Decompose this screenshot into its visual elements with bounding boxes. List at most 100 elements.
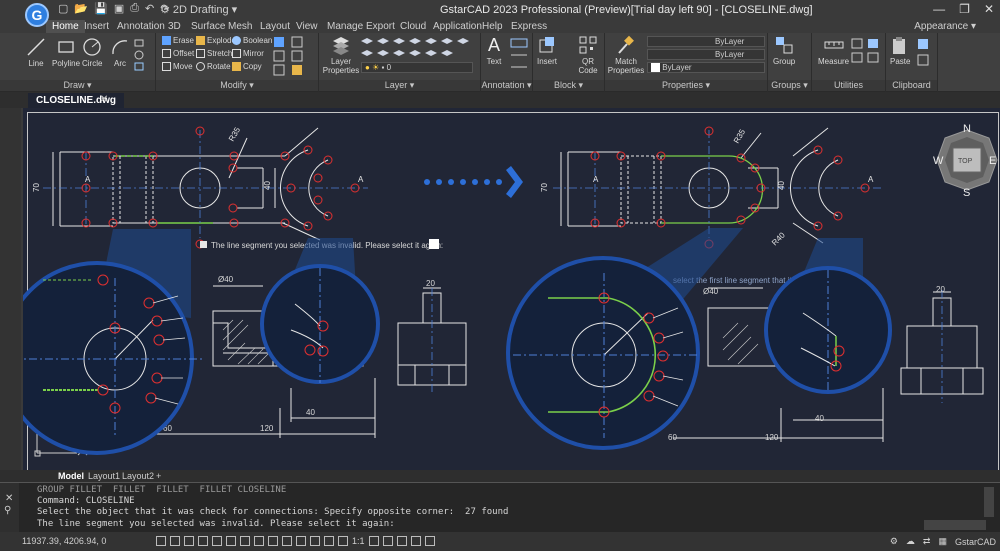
viewcube[interactable]: TOP N S W E — [933, 123, 998, 199]
tab-3d[interactable]: 3D — [168, 21, 181, 32]
erase-button[interactable]: Erase — [162, 36, 194, 45]
annotation-visibility-icon[interactable] — [324, 536, 334, 546]
scale-value[interactable]: 1:1 — [352, 536, 365, 546]
modify-extra-icons[interactable] — [272, 35, 314, 77]
tab-surface[interactable]: Surface — [191, 21, 225, 32]
tab-layout1[interactable]: Layout1 — [88, 470, 120, 482]
restore-button[interactable]: ❐ — [959, 2, 970, 16]
ducs-toggle-icon[interactable] — [240, 536, 250, 546]
undo-icon[interactable]: ↶ — [145, 2, 154, 15]
tab-view[interactable]: View — [296, 21, 318, 32]
link-icon[interactable]: ⇄ — [923, 536, 931, 547]
color-dropdown[interactable]: ByLayer — [647, 36, 765, 47]
tab-insert[interactable]: Insert — [84, 21, 109, 32]
tab-export[interactable]: Export — [366, 21, 395, 32]
hardware-accel-icon[interactable] — [410, 536, 421, 546]
osnap-toggle-icon[interactable] — [212, 536, 222, 546]
tab-help[interactable]: Help — [482, 21, 503, 32]
workspace-selector[interactable]: ⚙ 2D Drafting ▾ — [160, 3, 237, 16]
clipboard-panel-label[interactable]: Clipboard — [886, 80, 937, 91]
layout-icon[interactable]: ▦ — [938, 536, 947, 547]
polar-toggle-icon[interactable] — [198, 536, 208, 546]
qp-toggle-icon[interactable] — [296, 536, 306, 546]
mirror-button[interactable]: Mirror — [232, 49, 264, 58]
group-button[interactable]: Group — [773, 35, 795, 66]
tab-express[interactable]: Express — [511, 21, 547, 32]
new-icon[interactable]: ▢ — [58, 2, 68, 15]
viewcube-south[interactable]: S — [963, 187, 970, 199]
document-tab[interactable]: CLOSELINE.dwg — [28, 93, 124, 108]
print-icon[interactable]: ⎙ — [130, 2, 139, 15]
explode-button[interactable]: Explode — [196, 36, 236, 45]
linetype-dropdown[interactable]: ByLayer — [647, 49, 765, 60]
lineweight-dropdown[interactable]: ByLayer — [647, 62, 765, 73]
tab-layout2[interactable]: Layout2 — [122, 470, 154, 482]
block-panel-label[interactable]: Block ▾ — [533, 80, 604, 91]
draw-panel-label[interactable]: Draw ▾ — [0, 80, 155, 91]
groups-panel-label[interactable]: Groups ▾ — [768, 80, 811, 91]
workspace-switch-icon[interactable] — [368, 536, 379, 546]
layer-dropdown[interactable]: ● ☀ ▪ 0 — [361, 62, 473, 73]
tab-application[interactable]: Application — [433, 21, 482, 32]
measure-button[interactable]: Measure — [818, 35, 849, 66]
add-layout-button[interactable]: + — [156, 470, 161, 482]
line-button[interactable]: Line — [26, 37, 46, 68]
modify-panel-label[interactable]: Modify ▾ — [156, 80, 318, 91]
clipboard-extra-icons[interactable] — [916, 37, 934, 77]
tp-toggle-icon[interactable] — [282, 536, 292, 546]
dyn-toggle-icon[interactable] — [254, 536, 264, 546]
viewcube-top[interactable]: TOP — [958, 158, 973, 165]
tab-manage[interactable]: Manage — [327, 21, 363, 32]
tab-layout[interactable]: Layout — [260, 21, 290, 32]
stretch-button[interactable]: Stretch — [196, 49, 232, 58]
close-tab-icon[interactable]: ✕ — [100, 94, 108, 105]
copy-button[interactable]: Copy — [232, 62, 262, 71]
viewcube-north[interactable]: N — [963, 123, 971, 135]
tab-mesh[interactable]: Mesh — [228, 21, 252, 32]
annotation-extra-icons[interactable] — [509, 37, 531, 77]
move-button[interactable]: Move — [162, 62, 193, 71]
open-icon[interactable]: 📂 — [74, 2, 88, 15]
layer-tool-icons[interactable] — [361, 36, 477, 62]
annotation-scale-icon[interactable] — [338, 536, 348, 546]
rotate-button[interactable]: Rotate — [196, 62, 231, 71]
otrack-toggle-icon[interactable] — [226, 536, 236, 546]
cloud-icon[interactable]: ☁ — [906, 536, 915, 547]
ortho-toggle-icon[interactable] — [184, 536, 194, 546]
paste-button[interactable]: Paste — [890, 35, 910, 66]
tab-cloud[interactable]: Cloud — [400, 21, 426, 32]
offset-button[interactable]: Offset — [162, 49, 194, 58]
tab-annotation[interactable]: Annotation — [117, 21, 165, 32]
text-button[interactable]: A Text — [484, 35, 504, 66]
command-hscrollbar[interactable] — [924, 520, 986, 530]
command-scrollbar[interactable] — [984, 487, 994, 517]
polyline-button[interactable]: Polyline — [52, 37, 80, 68]
grid-toggle-icon[interactable] — [156, 536, 166, 546]
viewcube-east[interactable]: E — [989, 155, 996, 167]
utilities-extra-icons[interactable] — [850, 37, 882, 77]
drawing-canvas[interactable]: 70 A A R35 40 The line segment you selec… — [21, 108, 1000, 472]
match-properties-button[interactable]: Match Properties — [608, 35, 644, 75]
qr-code-button[interactable]: QR Code — [575, 35, 601, 75]
lock-ui-icon[interactable] — [382, 536, 393, 546]
annotation-panel-label[interactable]: Annotation ▾ — [481, 80, 532, 91]
layer-panel-label[interactable]: Layer ▾ — [319, 80, 480, 91]
app-logo[interactable]: G — [25, 3, 49, 27]
tab-model[interactable]: Model — [58, 470, 84, 482]
properties-panel-label[interactable]: Properties ▾ — [605, 80, 767, 91]
close-button[interactable]: ✕ — [984, 2, 994, 16]
settings-icon[interactable]: ⚙ — [890, 536, 898, 547]
sc-toggle-icon[interactable] — [310, 536, 320, 546]
command-settings-icon[interactable]: ⚲ — [4, 505, 11, 516]
utilities-panel-label[interactable]: Utilities — [812, 80, 885, 91]
tab-home[interactable]: Home — [46, 20, 85, 33]
clean-screen-icon[interactable] — [424, 536, 435, 546]
saveas-icon[interactable]: ▣ — [114, 2, 124, 15]
draw-extra-icons[interactable] — [132, 37, 154, 77]
command-input[interactable]: The line segment you selected was invali… — [37, 519, 395, 529]
appearance-menu[interactable]: Appearance ▾ — [914, 21, 976, 32]
save-icon[interactable]: 💾 — [94, 2, 108, 15]
boolean-button[interactable]: Boolean — [232, 36, 272, 45]
insert-button[interactable]: Insert — [537, 35, 557, 66]
minimize-button[interactable]: — — [933, 2, 945, 16]
